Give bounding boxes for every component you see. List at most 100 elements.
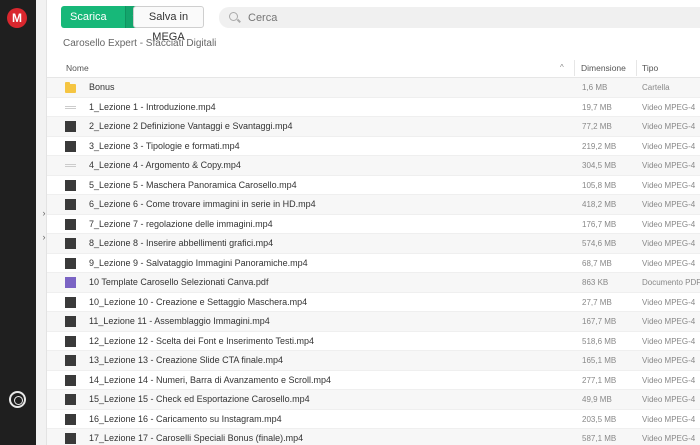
file-type: Video MPEG-4 xyxy=(642,297,696,307)
file-type: Documento PDF xyxy=(642,278,700,287)
file-type: Video MPEG-4 xyxy=(642,219,696,229)
file-size: 574,6 MB xyxy=(582,239,617,248)
file-type: Cartella xyxy=(642,83,670,92)
table-row[interactable]: 16_Lezione 16 - Caricamento su Instagram… xyxy=(47,410,700,429)
folder-icon xyxy=(65,82,76,93)
video-thumbnail-icon xyxy=(65,257,76,269)
video-thumbnail-icon xyxy=(65,355,76,366)
video-thumbnail-icon xyxy=(65,199,76,210)
table-row[interactable]: 7_Lezione 7 - regolazione delle immagini… xyxy=(47,215,700,234)
table-row[interactable]: 9_Lezione 9 - Salvataggio Immagini Panor… xyxy=(47,254,700,273)
table-row[interactable]: 2_Lezione 2 Definizione Vantaggi e Svant… xyxy=(47,117,700,137)
table-row[interactable]: 14_Lezione 14 - Numeri, Barra di Avanzam… xyxy=(47,371,700,390)
file-type: Video MPEG-4 xyxy=(642,434,696,443)
video-thumbnail-icon xyxy=(65,394,76,405)
file-type: Video MPEG-4 xyxy=(642,356,696,365)
table-row[interactable]: 13_Lezione 13 - Creazione Slide CTA fina… xyxy=(47,351,700,371)
video-thumbnail-icon xyxy=(65,296,76,308)
file-name: 17_Lezione 17 - Caroselli Speciali Bonus… xyxy=(89,433,304,443)
table-row[interactable]: 15_Lezione 15 - Check ed Esportazione Ca… xyxy=(47,390,700,410)
file-size: 203,5 MB xyxy=(582,414,617,424)
mega-logo[interactable]: M xyxy=(7,8,27,28)
table-row[interactable]: Bonus 1,6 MB Cartella xyxy=(47,78,700,98)
file-name: 7_Lezione 7 - regolazione delle immagini… xyxy=(89,218,273,229)
file-type: Video MPEG-4 xyxy=(642,414,696,424)
video-thumbnail-icon xyxy=(65,374,76,386)
file-name: 5_Lezione 5 - Maschera Panoramica Carose… xyxy=(89,179,297,190)
file-table: Nome ^ Dimensione Tipo Bonus 1,6 MB Cartel… xyxy=(47,58,700,445)
file-name: 12_Lezione 12 - Scelta dei Font e Inseri… xyxy=(89,335,314,346)
table-row[interactable]: 1_Lezione 1 - Introduzione.mp4 19,7 MB Vid… xyxy=(47,98,700,117)
side-strip xyxy=(36,0,47,445)
file-type: Video MPEG-4 xyxy=(642,258,696,268)
table-row[interactable]: 6_Lezione 6 - Come trovare immagini in s… xyxy=(47,195,700,215)
file-name: 15_Lezione 15 - Check ed Esportazione Ca… xyxy=(89,394,310,404)
file-size: 105,8 MB xyxy=(582,180,617,190)
file-size: 518,6 MB xyxy=(582,336,617,346)
table-row[interactable]: 4_Lezione 4 - Argomento & Copy.mp4 304,5 … xyxy=(47,156,700,176)
search-input[interactable] xyxy=(248,7,548,28)
file-size: 49,9 MB xyxy=(582,395,612,404)
video-thumbnail-icon xyxy=(65,105,76,109)
column-header-size[interactable]: Dimensione xyxy=(581,63,626,73)
file-name: 16_Lezione 16 - Caricamento su Instagram… xyxy=(89,413,282,424)
file-size: 19,7 MB xyxy=(582,102,612,112)
file-name: 11_Lezione 11 - Assemblaggio Immagini.mp… xyxy=(89,316,270,326)
column-header-type[interactable]: Tipo xyxy=(642,63,658,73)
file-name: 10_Lezione 10 - Creazione e Settaggio Ma… xyxy=(89,296,308,307)
search-box[interactable] xyxy=(219,7,700,28)
breadcrumb: Carosello Expert - Sfacciati Digitali xyxy=(63,38,217,49)
save-to-mega-button[interactable]: Salva in MEGA xyxy=(133,6,204,43)
file-type: Video MPEG-4 xyxy=(642,122,696,131)
file-name: 8_Lezione 8 - Inserire abbellimenti graf… xyxy=(89,238,274,248)
file-type: Video MPEG-4 xyxy=(642,336,696,346)
file-size: 219,2 MB xyxy=(582,141,617,151)
column-divider xyxy=(636,60,637,76)
table-row[interactable]: 12_Lezione 12 - Scelta dei Font e Inseri… xyxy=(47,332,700,351)
video-thumbnail-icon xyxy=(65,238,76,249)
toolbar: Scarica ▾ Salva in MEGA xyxy=(47,0,700,43)
file-size: 68,7 MB xyxy=(582,258,612,268)
file-size: 863 KB xyxy=(582,278,609,287)
file-name: 10 Template Carosello Selezionati Canva.… xyxy=(89,277,269,287)
file-name: 14_Lezione 14 - Numeri, Barra di Avanzam… xyxy=(89,374,331,385)
file-size: 1,6 MB xyxy=(582,83,608,92)
globe-icon[interactable] xyxy=(9,391,26,408)
table-row[interactable]: 10_Lezione 10 - Creazione e Settaggio Ma… xyxy=(47,293,700,312)
video-thumbnail-icon xyxy=(65,121,76,132)
file-name: 4_Lezione 4 - Argomento & Copy.mp4 xyxy=(89,160,241,170)
table-row[interactable]: 3_Lezione 3 - Tipologie e formati.mp4 219… xyxy=(47,137,700,156)
file-name: 1_Lezione 1 - Introduzione.mp4 xyxy=(89,101,216,112)
table-row[interactable]: 11_Lezione 11 - Assemblaggio Immagini.mp… xyxy=(47,312,700,332)
table-row[interactable]: 10 Template Carosello Selezionati Canva.… xyxy=(47,273,700,293)
video-thumbnail-icon xyxy=(65,140,76,152)
file-type: Video MPEG-4 xyxy=(642,395,696,404)
file-type: Video MPEG-4 xyxy=(642,141,696,151)
file-name: Bonus xyxy=(89,82,115,92)
file-name: 3_Lezione 3 - Tipologie e formati.mp4 xyxy=(89,140,240,151)
sort-ascending-icon[interactable]: ^ xyxy=(560,63,564,72)
file-size: 165,1 MB xyxy=(582,356,617,365)
table-row[interactable]: 5_Lezione 5 - Maschera Panoramica Carose… xyxy=(47,176,700,195)
file-name: 2_Lezione 2 Definizione Vantaggi e Svant… xyxy=(89,121,293,131)
video-thumbnail-icon xyxy=(65,433,76,444)
download-button[interactable]: Scarica xyxy=(61,6,125,28)
file-size: 418,2 MB xyxy=(582,200,617,209)
file-size: 176,7 MB xyxy=(582,219,617,229)
file-name: 6_Lezione 6 - Come trovare immagini in s… xyxy=(89,199,316,209)
video-thumbnail-icon xyxy=(65,335,76,347)
column-header-name[interactable]: Nome xyxy=(66,63,89,73)
column-divider xyxy=(574,60,575,76)
file-type: Video MPEG-4 xyxy=(642,102,696,112)
video-thumbnail-icon xyxy=(65,413,76,425)
file-size: 27,7 MB xyxy=(582,297,612,307)
file-size: 77,2 MB xyxy=(582,122,612,131)
file-type: Video MPEG-4 xyxy=(642,161,696,170)
file-size: 587,1 MB xyxy=(582,434,617,443)
file-size: 167,7 MB xyxy=(582,317,617,326)
file-type: Video MPEG-4 xyxy=(642,180,696,190)
video-thumbnail-icon xyxy=(65,316,76,327)
table-row[interactable]: 8_Lezione 8 - Inserire abbellimenti graf… xyxy=(47,234,700,254)
file-name: 13_Lezione 13 - Creazione Slide CTA fina… xyxy=(89,355,283,365)
table-row[interactable]: 17_Lezione 17 - Caroselli Speciali Bonus… xyxy=(47,429,700,445)
